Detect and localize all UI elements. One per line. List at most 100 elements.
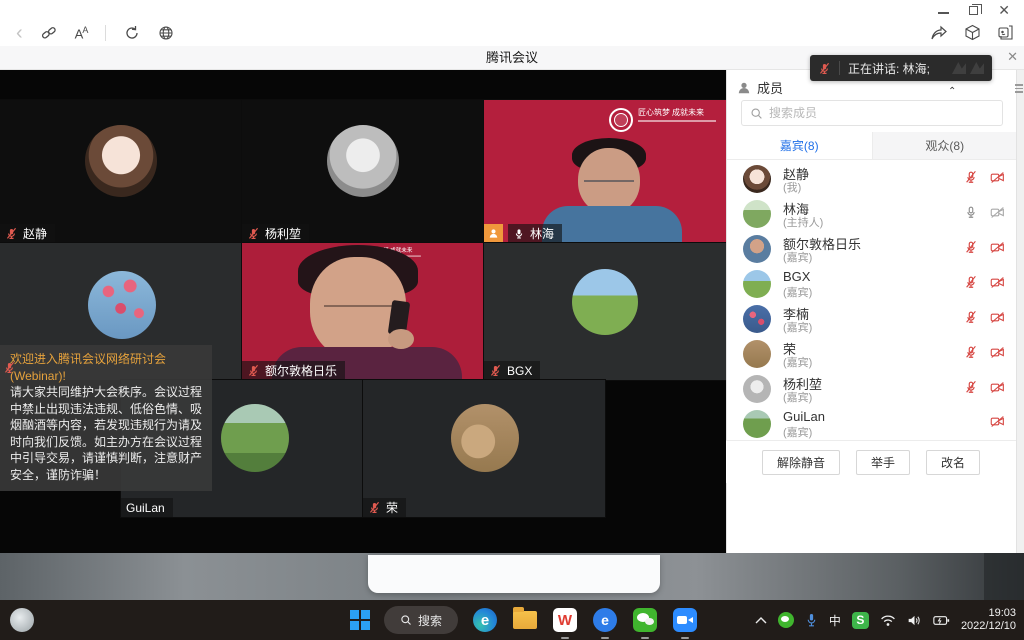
search-input[interactable] (769, 106, 989, 120)
mic-on-icon (513, 227, 525, 240)
browser-icon[interactable]: e (592, 607, 618, 633)
avatar (572, 269, 638, 335)
tray-chevron-icon[interactable] (755, 616, 767, 624)
toolbar-divider (105, 25, 106, 41)
video-tile-bgx[interactable]: BGX (484, 243, 726, 380)
battery-icon[interactable] (933, 614, 950, 627)
tencent-meeting-icon[interactable] (672, 607, 698, 633)
right-scroll-strip[interactable] (1016, 70, 1024, 553)
avatar (743, 375, 771, 403)
camera-off-icon[interactable] (990, 276, 1005, 289)
font-size-icon[interactable]: AA (75, 25, 88, 41)
speaking-toast: 正在讲话: 林海; (810, 55, 992, 81)
unmute-button[interactable]: 解除静音 (762, 450, 840, 475)
wechat-icon[interactable] (632, 607, 658, 633)
speaking-text: 正在讲话: 林海; (848, 60, 930, 77)
welcome-body: 请大家共同维护大会秩序。会议过程中禁止出现违法违规、低俗色情、吸烟酗酒等内容，若… (10, 384, 204, 483)
hand-shape (388, 329, 414, 349)
tile-name-label: 林海 (484, 224, 562, 243)
link-icon[interactable] (41, 25, 57, 41)
video-tile-rong[interactable]: 荣 (363, 380, 605, 517)
start-button[interactable] (350, 610, 370, 630)
camera-off-icon[interactable] (990, 346, 1005, 359)
camera-off-icon[interactable] (990, 171, 1005, 184)
share-icon[interactable] (930, 25, 948, 41)
mic-muted-icon (489, 364, 502, 377)
member-row[interactable]: BGX (嘉宾) (727, 267, 1017, 302)
tab-guests[interactable]: 嘉宾(8) (727, 132, 872, 159)
member-row[interactable]: GuiLan (嘉宾) (727, 407, 1017, 442)
video-tile-zhaojing[interactable]: 赵静 (0, 100, 242, 243)
date-text: 2022/12/10 (961, 620, 1016, 633)
raise-hand-button[interactable]: 举手 (856, 450, 910, 475)
video-tile-eerdun[interactable]: 匠心筑梦 成就未来 额尔敦格日乐 (242, 243, 484, 380)
volume-icon[interactable] (907, 614, 922, 627)
mic-tray-icon[interactable] (805, 613, 818, 628)
taskbar-clock[interactable]: 19:03 2022/12/10 (961, 607, 1016, 633)
float-window-icon[interactable] (997, 24, 1014, 41)
background-shadow (984, 553, 1024, 600)
logo-text: 匠心筑梦 成就未来 (638, 108, 716, 118)
back-icon[interactable]: ‹ (16, 23, 23, 43)
mic-muted-icon[interactable] (964, 240, 978, 254)
mic-on-icon[interactable] (964, 205, 978, 219)
restore-button[interactable] (969, 6, 978, 15)
camera-off-icon[interactable] (990, 241, 1005, 254)
cube-icon[interactable] (964, 24, 981, 41)
video-tile-linhai[interactable]: 匠心筑梦 成就未来 林海 (484, 100, 726, 243)
mic-muted-icon[interactable] (964, 345, 978, 359)
globe-icon[interactable] (158, 25, 174, 41)
close-button[interactable]: ✕ (998, 4, 1010, 16)
member-row[interactable]: 林海 (主持人) (727, 197, 1017, 232)
tile-name-label: BGX (484, 361, 540, 380)
file-explorer-icon[interactable] (512, 607, 538, 633)
panel-close-icon[interactable]: ✕ (1007, 50, 1018, 63)
video-tile-yanglikun[interactable]: 杨利堃 (242, 100, 484, 243)
avatar (85, 125, 157, 197)
more-menu-icon[interactable] (1015, 82, 1024, 95)
mic-muted-icon (5, 227, 18, 240)
taskbar-search[interactable]: 搜索 (384, 606, 458, 634)
mic-muted-icon[interactable] (964, 275, 978, 289)
time-text: 19:03 (961, 607, 1016, 620)
rename-button[interactable]: 改名 (926, 450, 980, 475)
welcome-title: 欢迎进入腾讯会议网络研讨会(Webinar)! (10, 351, 204, 384)
taskbar-widgets[interactable] (10, 608, 34, 632)
mic-muted-icon[interactable] (964, 310, 978, 324)
toast-collapse-icon[interactable]: ⌃ (948, 86, 956, 97)
desktop-background (0, 553, 1024, 600)
video-grid: 赵静 杨利堃 匠心筑梦 成就未来 (0, 70, 726, 553)
ime-indicator[interactable]: 中 (829, 612, 841, 629)
avatar (743, 410, 771, 438)
member-row[interactable]: 荣 (嘉宾) (727, 337, 1017, 372)
refresh-icon[interactable] (124, 25, 140, 41)
mic-muted-icon[interactable] (964, 170, 978, 184)
sogou-input-icon[interactable]: S (852, 612, 869, 629)
member-search-box[interactable] (741, 100, 1003, 126)
person-glasses-shape (324, 295, 394, 307)
avatar (743, 235, 771, 263)
minimize-button[interactable] (938, 12, 949, 14)
members-icon (737, 81, 751, 95)
member-row[interactable]: 赵静 (我) (727, 162, 1017, 197)
wps-icon[interactable]: W (552, 607, 578, 633)
edge-icon[interactable]: e (472, 607, 498, 633)
wechat-tray-icon[interactable] (778, 612, 794, 628)
member-row[interactable]: 额尔敦格日乐 (嘉宾) (727, 232, 1017, 267)
avatar (743, 340, 771, 368)
tab-audience[interactable]: 观众(8) (872, 132, 1018, 159)
camera-off-icon[interactable] (990, 206, 1005, 219)
mic-muted-icon[interactable] (964, 380, 978, 394)
camera-off-icon[interactable] (990, 415, 1005, 428)
member-row[interactable]: 李楠 (嘉宾) (727, 302, 1017, 337)
tile-name-label: 杨利堃 (242, 224, 309, 243)
wifi-icon[interactable] (880, 614, 896, 627)
avatar (451, 404, 519, 472)
avatar (743, 305, 771, 333)
camera-off-icon[interactable] (990, 381, 1005, 394)
camera-off-icon[interactable] (990, 311, 1005, 324)
member-row[interactable]: 杨利堃 (嘉宾) (727, 372, 1017, 407)
member-list: 赵静 (我) 林海 (主持人) (727, 162, 1017, 442)
logo-seal-icon (609, 108, 633, 132)
brand-logo: 匠心筑梦 成就未来 (609, 108, 716, 132)
